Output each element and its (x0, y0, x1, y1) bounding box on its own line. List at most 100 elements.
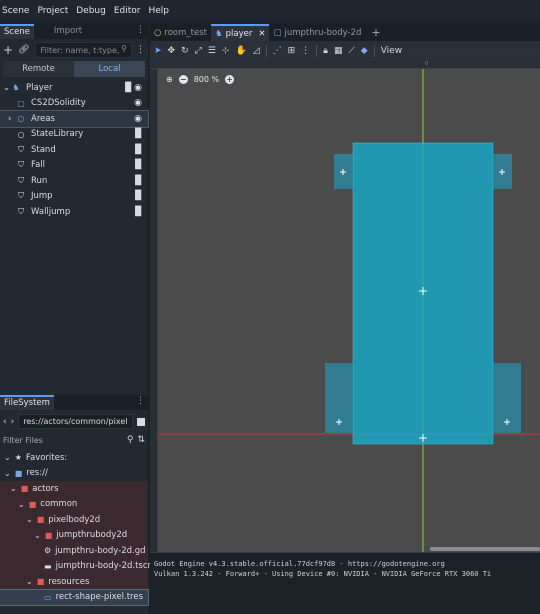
canvas-viewport[interactable]: ⊕ − 800 % + (158, 69, 540, 574)
menu-project[interactable]: Project (37, 6, 68, 16)
folder-common[interactable]: ⌄ ■ common (0, 496, 148, 512)
folder-icon: ■ (20, 484, 29, 494)
script-icon[interactable]: ▉ (135, 207, 142, 217)
folder-res[interactable]: ⌄ ■ res:// (0, 466, 148, 482)
output-line: Vulkan 1.3.242 - Forward+ - Using Device… (154, 570, 492, 578)
output-panel: Godot Engine v4.3.stable.official.77dcf9… (150, 552, 540, 614)
remote-button[interactable]: Remote (3, 61, 74, 77)
chevron-down-icon[interactable]: ⌄ (3, 83, 11, 93)
tab-jumpthru-body-2d[interactable]: ▢ jumpthru-body-2d (269, 24, 365, 41)
favorites-item[interactable]: ⌄ ★ Favorites: (0, 450, 148, 466)
list-tool-icon[interactable]: ☰ (208, 46, 216, 56)
chevron-down-icon: ⌄ (10, 484, 17, 494)
dock-menu-icon[interactable]: ⋮ (136, 396, 145, 406)
tab-filesystem[interactable]: FileSystem (0, 395, 54, 410)
group-icon[interactable]: ▦ (334, 46, 343, 56)
eye-icon[interactable]: ◉ (134, 83, 142, 93)
menu-scene[interactable]: Scene (2, 6, 29, 16)
skeleton-icon[interactable]: ⟋ (348, 46, 354, 56)
view-menu[interactable]: View (381, 46, 402, 56)
script-icon[interactable]: ▉ (135, 191, 142, 201)
script-icon[interactable]: ▉ (135, 129, 142, 139)
menu-help[interactable]: Help (149, 6, 170, 16)
dock-menu-icon[interactable]: ⋮ (136, 25, 145, 35)
tab-player[interactable]: ♞ player ✕ (210, 24, 270, 41)
local-button[interactable]: Local (74, 61, 145, 77)
snap-icon[interactable]: ⋰ (273, 46, 282, 56)
remote-local-toggle: Remote Local (3, 61, 145, 77)
script-icon[interactable]: ▉ (135, 176, 142, 186)
eye-icon[interactable]: ◉ (134, 114, 142, 124)
tree-item-cs2dsolidity[interactable]: ▢ CS2DSolidity ◉ (0, 96, 148, 112)
folder-jumpthrubody2d[interactable]: ⌄ ■ jumpthrubody2d (0, 527, 148, 543)
tab-room-test[interactable]: ○ room_test (150, 24, 211, 41)
tree-item-areas[interactable]: › ○ Areas ◉ (0, 110, 149, 128)
file-jumpthru-tscn[interactable]: ▬ jumpthru-body-2d.tscn (0, 558, 153, 574)
folder-resources[interactable]: ⌄ ■ resources (0, 574, 148, 590)
scene-icon: ▬ (44, 561, 52, 571)
search-icon: ⚲ (121, 44, 127, 53)
path-input[interactable]: res://actors/common/pixel (18, 414, 133, 429)
tree-item-player[interactable]: ⌄ ♞ Player ▉ ◉ (0, 80, 148, 96)
folder-pixelbody2d[interactable]: ⌄ ■ pixelbody2d (0, 512, 148, 528)
path-row: ‹ › res://actors/common/pixel (0, 414, 148, 429)
zoom-in-button[interactable]: + (225, 75, 235, 84)
select-tool-icon[interactable]: ➤ (154, 46, 162, 56)
scene-dock-tabs: Scene Import ⋮ (0, 24, 148, 39)
menu-editor[interactable]: Editor (114, 6, 141, 16)
chevron-right-icon[interactable]: › (8, 114, 16, 124)
link-icon[interactable]: 🔗︎ (18, 45, 29, 55)
tree-item-statelibrary[interactable]: ○ StateLibrary ▉ (0, 127, 148, 143)
tree-item-walljump[interactable]: ⛉ Walljump ▉ (0, 204, 148, 220)
tree-item-jump[interactable]: ⛉ Jump ▉ (0, 189, 148, 205)
folder-actors[interactable]: ⌄ ■ actors (0, 481, 148, 497)
pan-tool-icon[interactable]: ✋ (235, 46, 246, 56)
chevron-down-icon: ⌄ (4, 453, 11, 463)
file-rect-shape-pixel[interactable]: ▭ rect-shape-pixel.tres (0, 588, 149, 606)
separator (316, 45, 318, 57)
more-icon[interactable]: ⋮ (136, 45, 145, 55)
split-view-icon[interactable] (137, 417, 145, 426)
script-icon[interactable]: ▉ (135, 145, 142, 155)
script-icon[interactable]: ▉ (135, 160, 142, 170)
add-node-icon[interactable]: + (3, 43, 13, 57)
state-icon: ⛉ (18, 175, 24, 185)
add-tab-icon[interactable]: + (371, 26, 380, 39)
file-filter-input[interactable]: Filter Files (3, 436, 123, 445)
grid-icon[interactable]: ⊞ (288, 46, 296, 56)
separator (373, 45, 375, 57)
script-icon[interactable]: ▉ (125, 83, 132, 93)
eye-icon[interactable]: ◉ (134, 98, 142, 108)
scene-filter-input[interactable]: Filter: name, t:type, ⚲ (34, 42, 132, 58)
chevron-down-icon: ⌄ (26, 577, 33, 587)
tree-item-fall[interactable]: ⛉ Fall ▉ (0, 158, 148, 174)
lock-icon[interactable]: 🔒︎ (323, 46, 328, 56)
bone-icon[interactable]: ◆ (361, 46, 368, 56)
tab-scene[interactable]: Scene (0, 24, 34, 39)
circle-icon: ○ (154, 27, 162, 38)
sort-icon[interactable]: ⇅ (137, 435, 145, 445)
canvas-toolbar: ➤ ✥ ↻ ⤢ ☰ ⊹ ✋ ◿ ⋰ ⊞ ⋮ 🔒︎ ▦ ⟋ ◆ View (150, 41, 540, 61)
scale-tool-icon[interactable]: ⤢ (195, 46, 202, 56)
move-tool-icon[interactable]: ✥ (168, 46, 176, 56)
center-view-icon[interactable]: ⊕ (166, 75, 173, 84)
chevron-down-icon: ⌄ (4, 468, 11, 478)
more-icon[interactable]: ⋮ (301, 46, 310, 56)
close-icon[interactable]: ✕ (258, 29, 265, 39)
ruler-tool-icon[interactable]: ◿ (253, 46, 260, 56)
node2d-icon: ○ (17, 114, 25, 124)
tree-item-stand[interactable]: ⛉ Stand ▉ (0, 142, 148, 158)
rotate-tool-icon[interactable]: ↻ (181, 46, 189, 56)
scene-filter-row: + 🔗︎ Filter: name, t:type, ⚲ ⋮ (0, 39, 148, 61)
horizontal-scrollbar[interactable] (430, 547, 540, 551)
zoom-level[interactable]: 800 % (194, 75, 219, 84)
menu-debug[interactable]: Debug (76, 6, 106, 16)
tab-import[interactable]: Import (50, 24, 86, 39)
back-icon[interactable]: ‹ (3, 417, 7, 427)
menu-bar: Scene Project Debug Editor Help (0, 0, 540, 22)
zoom-out-button[interactable]: − (178, 75, 188, 84)
forward-icon[interactable]: › (11, 417, 15, 427)
file-jumpthru-gd[interactable]: ⚙ jumpthru-body-2d.gd (0, 543, 148, 559)
tree-item-run[interactable]: ⛉ Run ▉ (0, 173, 148, 189)
pivot-tool-icon[interactable]: ⊹ (222, 46, 230, 56)
